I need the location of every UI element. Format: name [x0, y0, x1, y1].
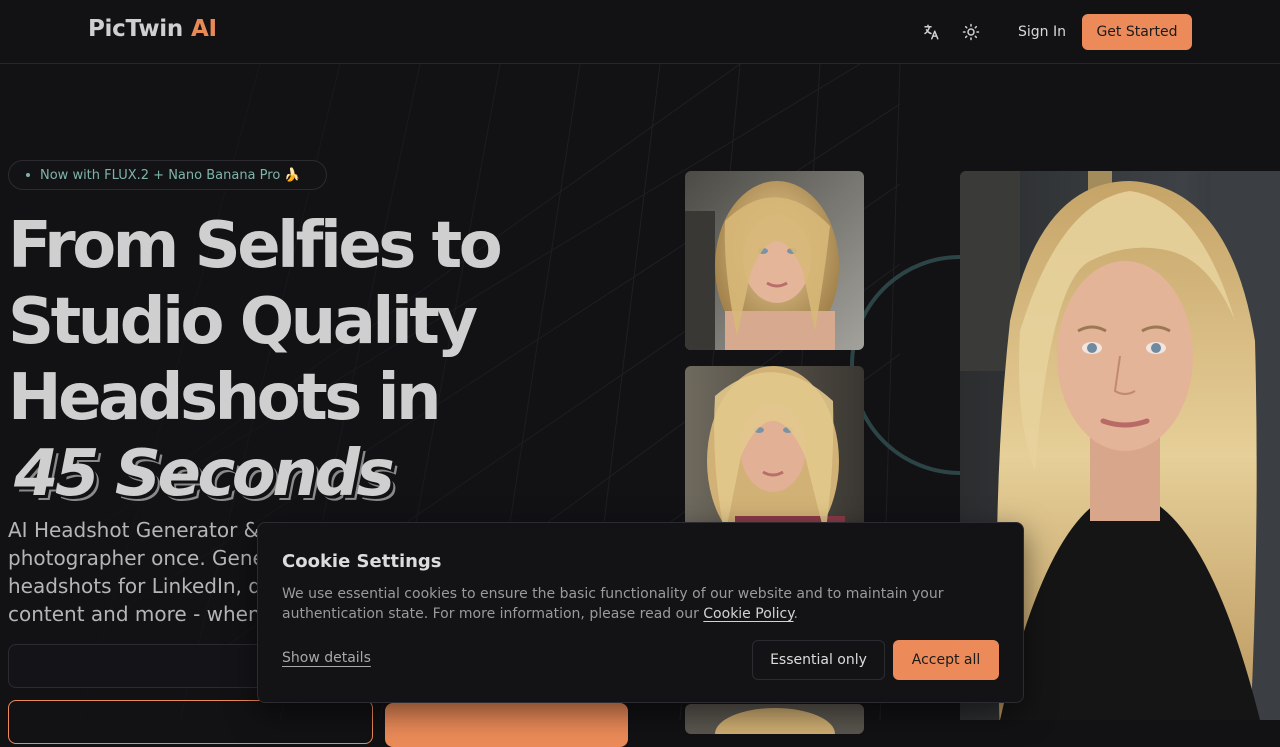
selfie-photo-1 — [685, 171, 864, 350]
translate-icon[interactable] — [919, 20, 943, 44]
logo-name: PicTwin — [88, 16, 183, 42]
headline-line-2: Studio Quality — [8, 285, 478, 359]
cookie-body-text: We use essential cookies to ensure the b… — [282, 586, 944, 622]
primary-cta-button[interactable] — [385, 703, 628, 747]
secondary-cta-button[interactable] — [8, 700, 373, 744]
selfie-photo-3 — [685, 704, 864, 734]
badge-text: Now with FLUX.2 + Nano Banana Pro 🍌 — [40, 167, 301, 183]
show-details-button[interactable]: Show details — [282, 650, 371, 666]
logo[interactable]: PicTwin AI — [88, 16, 217, 42]
headline-emphasis: 45 Seconds — [14, 437, 395, 511]
cookie-policy-link[interactable]: Cookie Policy — [703, 606, 793, 622]
headline-line-3: Headshots in — [8, 361, 442, 435]
sign-in-button[interactable]: Sign In — [1010, 18, 1074, 46]
logo-suffix: AI — [190, 16, 217, 42]
essential-only-button[interactable]: Essential only — [752, 640, 885, 680]
badge-dot — [26, 173, 30, 177]
cookie-settings-dialog: Cookie Settings We use essential cookies… — [257, 522, 1024, 703]
announcement-badge: Now with FLUX.2 + Nano Banana Pro 🍌 — [8, 160, 327, 190]
selfie-photo-2 — [685, 366, 864, 546]
site-header: PicTwin AI Sign In Get Started — [0, 0, 1280, 64]
headline-line-1: From Selfies to — [8, 209, 503, 283]
cookie-body-period: . — [793, 606, 798, 622]
sun-icon[interactable] — [959, 20, 983, 44]
accept-all-button[interactable]: Accept all — [893, 640, 999, 680]
cookie-title: Cookie Settings — [282, 551, 442, 572]
get-started-button[interactable]: Get Started — [1082, 14, 1192, 50]
hero-headline: From Selfies to Studio Quality Headshots… — [8, 208, 648, 512]
cookie-body: We use essential cookies to ensure the b… — [282, 584, 982, 624]
